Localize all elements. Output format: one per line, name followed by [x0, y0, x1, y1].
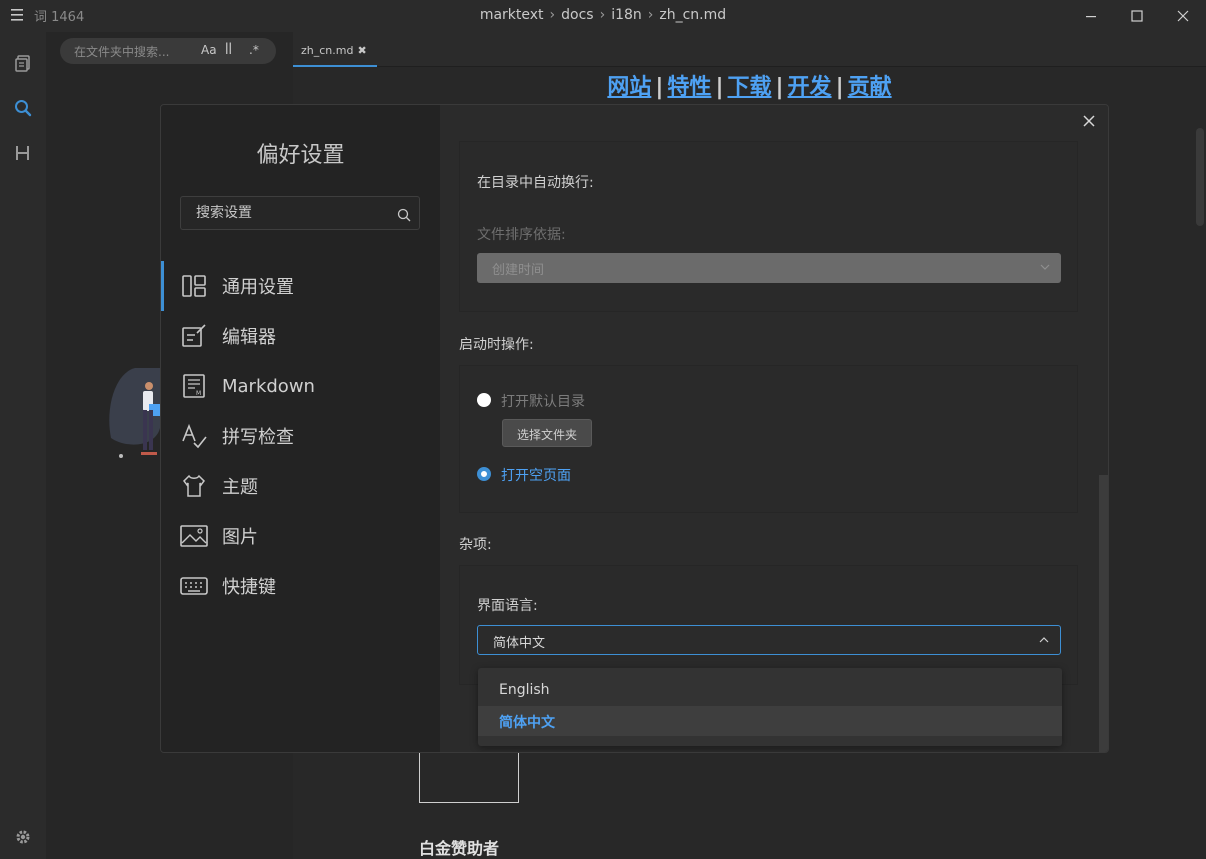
language-select[interactable]: 简体中文 — [477, 625, 1061, 655]
category-keybindings[interactable]: 快捷键 — [161, 561, 440, 611]
theme-icon — [180, 472, 208, 500]
category-label: 通用设置 — [222, 277, 294, 298]
radio-label-open-blank-page: 打开空页面 — [501, 468, 571, 484]
tab-label: zh_cn.md — [301, 44, 354, 57]
category-label: 图片 — [222, 527, 258, 548]
language-option-english[interactable]: English — [478, 676, 1062, 706]
search-icon[interactable] — [397, 207, 411, 226]
chevron-right-icon: › — [647, 7, 654, 23]
chevron-right-icon: › — [599, 7, 606, 23]
category-label: 拼写检查 — [222, 427, 294, 448]
category-markdown[interactable]: M Markdown — [161, 361, 440, 411]
table-of-contents-icon[interactable] — [12, 142, 34, 164]
close-dialog-button[interactable] — [1079, 111, 1099, 131]
category-theme[interactable]: 主题 — [161, 461, 440, 511]
misc-heading: 杂项: — [459, 537, 492, 553]
breadcrumb-segment: zh_cn.md — [659, 7, 727, 23]
breadcrumb: marktext › docs › i18n › zh_cn.md — [0, 7, 1206, 23]
category-label: 编辑器 — [222, 327, 276, 348]
category-label: 快捷键 — [222, 577, 276, 598]
document-image-placeholder — [419, 752, 519, 803]
folder-search-input[interactable]: 在文件夹中搜索... Aa ꟾꟾ .* — [60, 38, 276, 64]
choose-folder-button[interactable]: 选择文件夹 — [502, 419, 592, 447]
tab-zh-cn-md[interactable]: zh_cn.md ✖ — [293, 32, 377, 67]
whole-word-toggle[interactable]: ꟾꟾ — [225, 43, 232, 57]
category-label: 主题 — [222, 477, 258, 498]
link-features[interactable]: 特性 — [667, 75, 711, 100]
link-contribute[interactable]: 贡献 — [848, 75, 892, 100]
activity-bar — [0, 32, 46, 859]
link-website[interactable]: 网站 — [607, 75, 651, 100]
link-download[interactable]: 下载 — [727, 75, 771, 100]
gear-icon[interactable] — [12, 826, 34, 848]
sort-by-label: 文件排序依据: — [477, 227, 566, 243]
preferences-content: 在目录中自动换行: 文件排序依据: 创建时间 启动时操作: 打开默认目录 选择文… — [440, 105, 1108, 752]
sort-by-value: 创建时间 — [492, 263, 545, 278]
link-separator: | — [835, 75, 844, 100]
radio-label-open-default-folder: 打开默认目录 — [501, 394, 585, 410]
regex-toggle[interactable]: .* — [249, 43, 259, 57]
category-label: Markdown — [222, 375, 315, 397]
wrap-toc-label: 在目录中自动换行: — [477, 175, 594, 191]
case-sensitive-toggle[interactable]: Aa — [201, 43, 217, 57]
editor-icon — [180, 322, 208, 350]
close-window-button[interactable] — [1160, 0, 1206, 32]
category-spellcheck[interactable]: 拼写检查 — [161, 411, 440, 461]
breadcrumb-segment: marktext — [479, 7, 544, 23]
settings-search-input[interactable] — [181, 197, 381, 229]
link-development[interactable]: 开发 — [788, 75, 832, 100]
general-settings-icon — [180, 272, 208, 300]
startup-heading: 启动时操作: — [459, 337, 534, 353]
link-separator: | — [715, 75, 724, 100]
minimize-button[interactable] — [1068, 0, 1114, 32]
preferences-title: 偏好设置 — [256, 143, 345, 168]
category-image[interactable]: 图片 — [161, 511, 440, 561]
markdown-icon: M — [180, 372, 208, 400]
category-general[interactable]: 通用设置 — [161, 261, 440, 311]
document-nav-links: 网站 | 特性 | 下载 | 开发 | 贡献 — [293, 69, 1206, 101]
dialog-scrollbar[interactable] — [1099, 475, 1108, 752]
breadcrumb-segment: docs — [561, 7, 594, 23]
maximize-button[interactable] — [1114, 0, 1160, 32]
category-editor[interactable]: 编辑器 — [161, 311, 440, 361]
empty-state-illustration — [105, 368, 165, 464]
language-option-simplified-chinese[interactable]: 简体中文 — [478, 706, 1062, 736]
link-separator: | — [775, 75, 784, 100]
files-settings-panel: 在目录中自动换行: 文件排序依据: 创建时间 — [459, 141, 1078, 312]
image-icon — [180, 522, 208, 550]
settings-search — [180, 196, 420, 230]
document-heading: 白金赞助者 — [419, 839, 500, 858]
chevron-up-icon — [1038, 634, 1050, 650]
radio-open-blank-page[interactable] — [477, 467, 491, 481]
keyboard-icon — [180, 572, 208, 600]
editor-scrollbar[interactable] — [1196, 128, 1204, 226]
title-bar: 词 1464 marktext › docs › i18n › zh_cn.md — [0, 0, 1206, 32]
preferences-sidebar: 偏好设置 通用设置 编辑器 M Markdown — [161, 105, 440, 752]
search-placeholder: 在文件夹中搜索... — [74, 45, 170, 59]
language-label: 界面语言: — [477, 598, 538, 614]
language-dropdown: English 简体中文 — [478, 668, 1062, 746]
close-tab-icon[interactable]: ✖ — [357, 44, 366, 57]
files-icon[interactable] — [12, 52, 34, 74]
link-separator: | — [655, 75, 664, 100]
svg-text:M: M — [196, 390, 201, 397]
search-icon[interactable] — [12, 97, 34, 119]
sort-by-select: 创建时间 — [477, 253, 1061, 283]
chevron-right-icon: › — [549, 7, 556, 23]
tab-bar: zh_cn.md ✖ — [293, 32, 1206, 67]
breadcrumb-segment: i18n — [611, 7, 642, 23]
spellcheck-icon — [180, 422, 208, 450]
radio-open-default-folder[interactable] — [477, 393, 491, 407]
language-value: 简体中文 — [493, 636, 546, 651]
preferences-dialog: 偏好设置 通用设置 编辑器 M Markdown — [160, 104, 1109, 753]
chevron-down-icon — [1039, 261, 1051, 277]
